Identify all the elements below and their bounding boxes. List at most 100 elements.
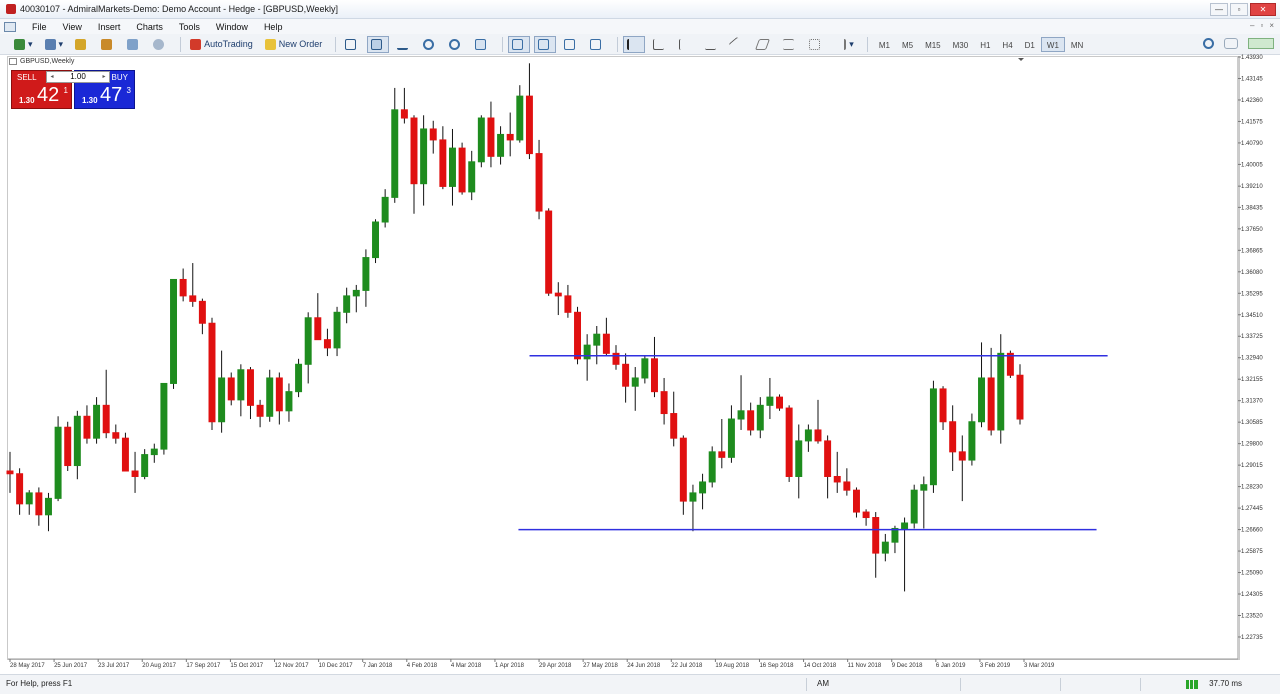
price-tick-label: 1.32155 — [1241, 377, 1263, 383]
time-tick-label: 15 Oct 2017 — [230, 663, 263, 669]
bear-candle — [131, 470, 139, 477]
bull-candle — [727, 418, 735, 458]
bull-candle — [25, 492, 33, 505]
bear-candle — [189, 295, 197, 302]
price-tick-label: 1.39210 — [1241, 184, 1263, 190]
lot-decrease-icon[interactable]: ◂ — [48, 72, 56, 82]
price-tick-label: 1.32940 — [1241, 356, 1263, 362]
bear-candle — [16, 473, 24, 505]
time-tick-label: 28 May 2017 — [10, 663, 45, 669]
price-tick-label: 1.25875 — [1241, 549, 1263, 555]
bull-candle — [756, 404, 764, 431]
bull-candle — [237, 369, 245, 401]
bear-candle — [83, 415, 91, 439]
bear-candle — [439, 139, 447, 187]
bull-candle — [583, 344, 591, 360]
bull-candle — [497, 133, 505, 157]
buy-label: BUY — [111, 73, 128, 82]
time-tick-label: 12 Nov 2017 — [275, 663, 310, 669]
time-tick-label: 10 Dec 2017 — [319, 663, 354, 669]
status-separator — [806, 678, 807, 691]
bear-candle — [987, 377, 995, 431]
time-tick-label: 23 Jul 2017 — [98, 663, 130, 669]
terminal-window: 40030107 - AdmiralMarkets-Demo: Demo Acc… — [0, 0, 1280, 694]
bull-candle — [910, 489, 918, 524]
time-tick-label: 4 Mar 2018 — [451, 663, 482, 669]
time-tick-label: 29 Apr 2018 — [539, 663, 572, 669]
bull-candle — [170, 278, 178, 384]
bear-candle — [256, 404, 264, 417]
lot-size-input[interactable]: ◂ 1.00 ▸ — [46, 71, 110, 83]
price-tick-label: 1.30585 — [1241, 420, 1263, 426]
bull-candle — [593, 333, 601, 346]
bear-candle — [314, 317, 322, 341]
bear-candle — [833, 475, 841, 483]
status-bar: For Help, press F1 AM 37.70 ms — [0, 674, 1280, 694]
bear-candle — [246, 369, 254, 406]
bear-candle — [843, 481, 851, 491]
bear-candle — [622, 363, 630, 387]
price-tick-label: 1.26660 — [1241, 528, 1263, 534]
status-separator — [1140, 678, 1141, 691]
time-tick-label: 11 Nov 2018 — [848, 663, 882, 669]
bear-candle — [958, 451, 966, 461]
bear-candle — [612, 352, 620, 365]
bull-candle — [881, 541, 889, 554]
bull-candle — [285, 391, 293, 412]
bear-candle — [208, 322, 216, 423]
bear-candle — [535, 153, 543, 212]
bear-candle — [679, 437, 687, 502]
bull-candle — [997, 352, 1005, 431]
price-tick-label: 1.43145 — [1241, 76, 1263, 82]
bull-candle — [689, 492, 697, 502]
bull-candle — [448, 147, 456, 187]
bear-candle — [747, 410, 755, 431]
bear-candle — [564, 295, 572, 313]
bull-candle — [304, 317, 312, 365]
price-tick-label: 1.41575 — [1241, 119, 1263, 125]
price-tick-label: 1.29015 — [1241, 463, 1263, 469]
price-tick-label: 1.33725 — [1241, 334, 1263, 340]
bull-candle — [795, 440, 803, 477]
status-separator — [960, 678, 961, 691]
bull-candle — [93, 404, 101, 439]
bear-candle — [872, 517, 880, 554]
time-tick-label: 17 Sep 2017 — [186, 663, 221, 669]
bull-candle — [343, 295, 351, 313]
bear-candle — [506, 133, 514, 141]
connection-signal-icon — [1186, 680, 1198, 689]
time-tick-label: 24 Jun 2018 — [627, 663, 661, 669]
bear-candle — [112, 432, 120, 439]
time-tick-label: 3 Mar 2019 — [1024, 663, 1055, 669]
chart-tab-label: GBPUSD,Weekly — [20, 58, 75, 65]
price-tick-label: 1.28230 — [1241, 485, 1263, 491]
bear-candle — [323, 339, 331, 349]
sell-price-sup: 1 — [63, 86, 68, 95]
bull-candle — [631, 377, 639, 387]
time-tick-label: 16 Sep 2018 — [759, 663, 794, 669]
chart-tab[interactable]: GBPUSD,Weekly — [9, 58, 74, 65]
bull-candle — [333, 311, 341, 349]
buy-price-big: 47 — [100, 84, 123, 106]
bear-candle — [776, 396, 784, 409]
price-tick-label: 1.42360 — [1241, 98, 1263, 104]
price-tick-label: 1.37650 — [1241, 227, 1263, 233]
bear-candle — [1006, 352, 1014, 376]
status-ping: 37.70 ms — [1209, 679, 1242, 688]
bull-candle — [420, 128, 428, 185]
chart-canvas[interactable]: 1.43930 1.43145 1.42360 1.41575 1.40790 1.400… — [0, 0, 1280, 694]
bear-candle — [64, 426, 72, 467]
bear-candle — [410, 117, 418, 185]
bear-candle — [35, 492, 43, 516]
buy-price-small: 1.30 — [82, 96, 98, 105]
bear-candle — [852, 489, 860, 513]
time-tick-label: 19 Aug 2018 — [715, 663, 749, 669]
bull-candle — [54, 426, 62, 499]
bull-candle — [901, 522, 909, 529]
bull-candle — [477, 117, 485, 163]
bear-candle — [487, 117, 495, 157]
bear-candle — [814, 429, 822, 442]
lot-increase-icon[interactable]: ▸ — [100, 72, 108, 82]
bear-candle — [545, 210, 553, 294]
sell-price-small: 1.30 — [19, 96, 35, 105]
